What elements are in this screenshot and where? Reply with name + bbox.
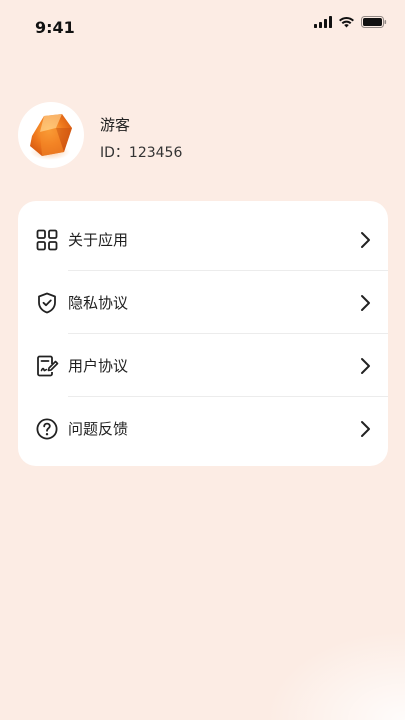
profile-header[interactable]: 游客 ID：123456 — [18, 102, 388, 168]
divider — [68, 396, 388, 397]
chevron-right-icon — [361, 295, 370, 311]
grid-apps-icon — [36, 229, 58, 251]
battery-icon — [361, 16, 387, 28]
document-sign-icon — [37, 355, 59, 377]
menu-item-feedback[interactable]: 问题反馈 — [18, 398, 388, 460]
status-icons — [314, 16, 387, 28]
nickname: 游客 — [100, 116, 131, 134]
menu-item-user-agreement[interactable]: 用户协议 — [18, 335, 388, 397]
menu-item-privacy[interactable]: 隐私协议 — [18, 272, 388, 334]
menu-label-user-agreement: 用户协议 — [68, 357, 129, 375]
chevron-right-icon — [361, 421, 370, 437]
status-bar: 9:41 — [0, 0, 405, 56]
menu-label-feedback: 问题反馈 — [68, 420, 129, 438]
status-time: 9:41 — [35, 18, 75, 37]
chevron-right-icon — [361, 358, 370, 374]
settings-menu-card: 关于应用 隐私协议 用户协议 问题反馈 — [18, 201, 388, 466]
avatar[interactable] — [18, 102, 84, 168]
shield-check-icon — [38, 292, 56, 314]
user-id: ID：123456 — [100, 145, 183, 161]
chevron-right-icon — [361, 232, 370, 248]
signal-icon — [314, 16, 332, 28]
menu-item-about[interactable]: 关于应用 — [18, 209, 388, 271]
divider — [68, 333, 388, 334]
menu-label-about: 关于应用 — [68, 231, 129, 249]
question-circle-icon — [36, 418, 58, 440]
menu-label-privacy: 隐私协议 — [68, 294, 129, 312]
divider — [68, 270, 388, 271]
orange-gem-avatar — [30, 114, 72, 160]
wifi-icon — [339, 16, 354, 28]
background-glow — [265, 630, 405, 720]
